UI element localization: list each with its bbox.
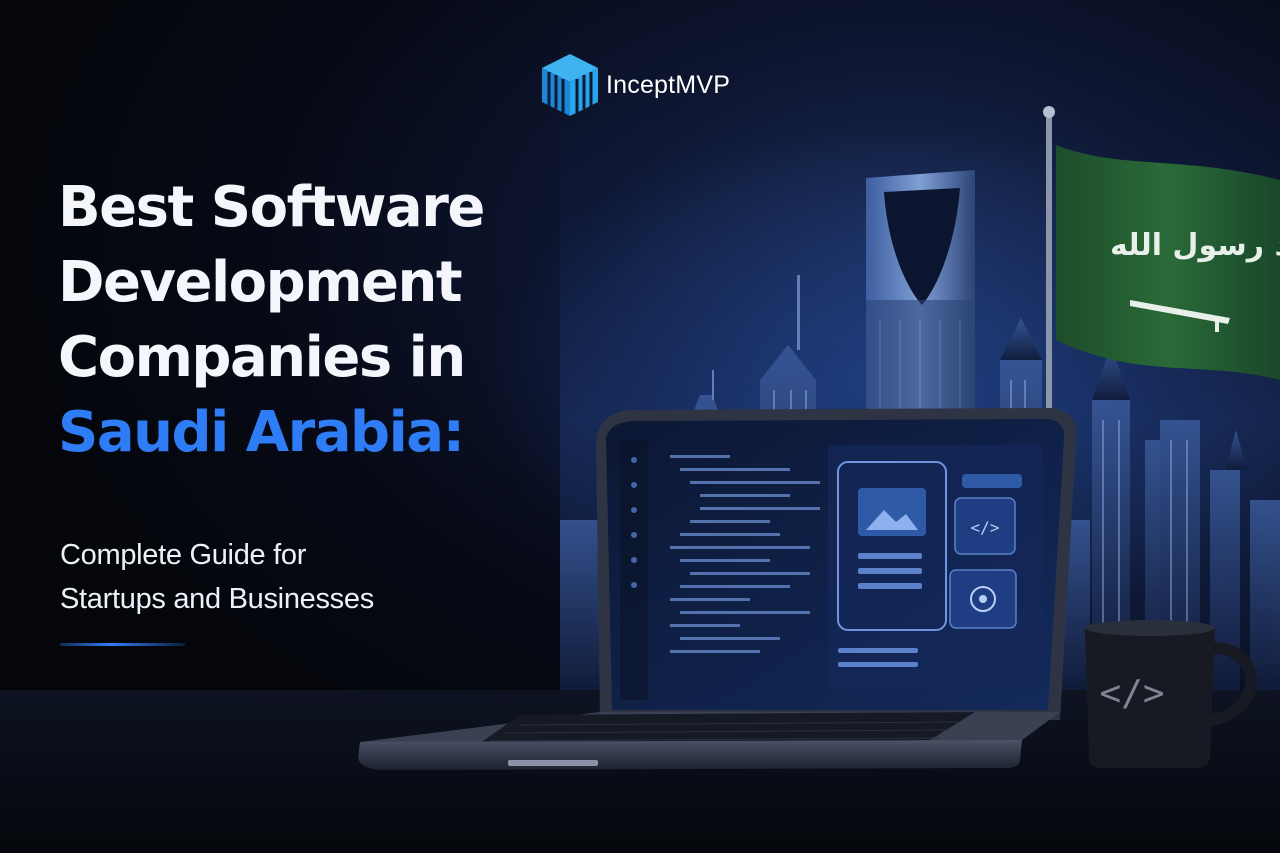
flag-script: لا إله إلا الله محمد رسول الله (1110, 228, 1280, 263)
kingdom-tower (866, 170, 975, 418)
subtitle: Complete Guide for Startups and Business… (60, 533, 374, 621)
brand-name: InceptMVP (606, 70, 731, 99)
code-card-glyph: </> (971, 518, 1000, 537)
isometric-cube-logo-icon (542, 54, 598, 116)
headline-highlight: Saudi Arabia: (58, 400, 465, 465)
page-title: Best Software Development Companies in S… (58, 170, 485, 470)
subtitle-line-2: Startups and Businesses (60, 583, 374, 615)
headline-line-3: Companies in (58, 325, 466, 390)
accent-divider (60, 643, 185, 646)
brand-logo[interactable]: InceptMVP (540, 52, 730, 118)
headline-line-2: Development (58, 250, 463, 315)
subtitle-line-1: Complete Guide for (60, 539, 307, 571)
mug-code-glyph: </> (1099, 673, 1164, 714)
headline-line-1: Best Software (58, 175, 485, 240)
hero-banner: لا إله إلا الله محمد رسول الله (0, 0, 1280, 853)
